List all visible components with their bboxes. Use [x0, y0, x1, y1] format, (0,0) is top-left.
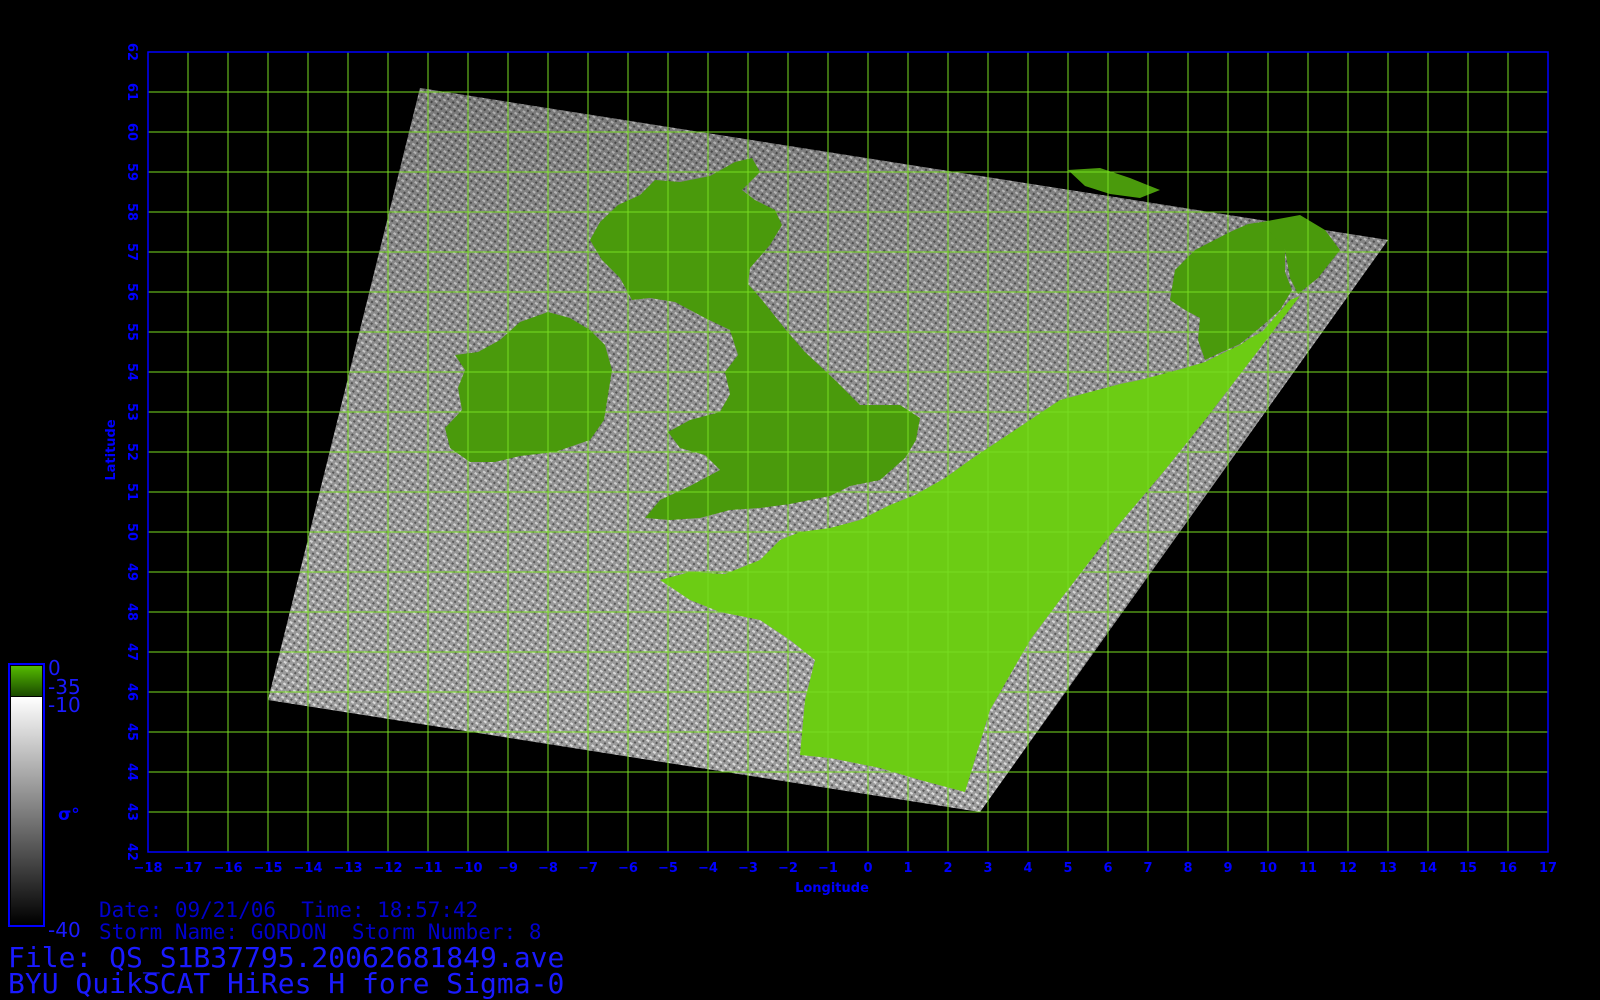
lon-tick-label: −16: [214, 861, 243, 876]
lon-tick-label: 11: [1299, 861, 1317, 876]
colorbar-label-neg10: -10: [48, 693, 81, 717]
lat-tick-label: 48: [124, 603, 139, 621]
scatterometer-map: −18 −17 −16 −15 −14 −13 −12 −11 −10 −9 −8 −7 −6 −5 −4−…: [8, 43, 1558, 942]
colorbar-land-segment: [11, 666, 42, 696]
lon-tick-label: −2: [778, 861, 798, 876]
lon-tick-label: −18: [134, 861, 163, 876]
colorbar: 0 -35 -10 -40 σ°: [8, 656, 81, 942]
lon-tick-label: −8: [538, 861, 558, 876]
lat-tick-label: 61: [124, 83, 139, 101]
lon-tick-label: 4: [1023, 861, 1032, 876]
lat-tick-label: 53: [124, 403, 139, 421]
lat-tick-label: 50: [124, 523, 139, 541]
lat-tick-label: 51: [124, 483, 139, 501]
lon-tick-label: −3: [738, 861, 758, 876]
product-title: BYU QuikSCAT HiRes H fore Sigma-0: [8, 967, 565, 1000]
lon-tick-label: 2: [943, 861, 952, 876]
lat-tick-label: 49: [124, 563, 139, 581]
lon-tick-label: 9: [1223, 861, 1232, 876]
lon-tick-label: −4: [698, 861, 718, 876]
lat-tick-label: 47: [124, 643, 139, 661]
lat-tick-label: 52: [124, 443, 139, 461]
lon-tick-label: 10: [1259, 861, 1277, 876]
lon-tick-label: 5: [1063, 861, 1072, 876]
lon-tick-label: −15: [254, 861, 283, 876]
lat-tick-label: 54: [124, 363, 139, 381]
lon-tick-label: 14: [1419, 861, 1437, 876]
lon-tick-label: −9: [498, 861, 518, 876]
lon-tick-label: 3: [983, 861, 992, 876]
latitude-tick-labels: 42 43 44 45 46 47 48 49 50 51 52 53 54 55 56 57 58 59 60 61…: [124, 43, 139, 861]
x-axis-label: Longitude: [795, 881, 869, 896]
lon-tick-label: 6: [1103, 861, 1112, 876]
lat-tick-label: 59: [124, 163, 139, 181]
lat-tick-label: 55: [124, 323, 139, 341]
lon-tick-label: −7: [578, 861, 598, 876]
lon-tick-label: 15: [1459, 861, 1477, 876]
lat-tick-label: 42: [124, 843, 139, 861]
lon-tick-label: 7: [1143, 861, 1152, 876]
lat-tick-label: 57: [124, 243, 139, 261]
lat-tick-label: 62: [124, 43, 139, 61]
lon-tick-label: −12: [374, 861, 403, 876]
lat-tick-label: 43: [124, 803, 139, 821]
lon-tick-label: 17: [1539, 861, 1557, 876]
lon-tick-label: −6: [618, 861, 638, 876]
lon-tick-label: 13: [1379, 861, 1397, 876]
colorbar-label-neg40: -40: [48, 918, 81, 942]
lon-tick-label: −11: [414, 861, 443, 876]
lat-tick-label: 45: [124, 723, 139, 741]
lat-lon-grid: [147, 51, 1549, 853]
date-time-line: Date: 09/21/06 Time: 18:57:42: [99, 898, 479, 922]
lat-tick-label: 58: [124, 203, 139, 221]
lat-tick-label: 44: [124, 763, 139, 781]
lon-tick-label: 16: [1499, 861, 1517, 876]
lon-tick-label: −13: [334, 861, 363, 876]
lon-tick-label: −5: [658, 861, 678, 876]
lat-tick-label: 60: [124, 123, 139, 141]
lat-tick-label: 46: [124, 683, 139, 701]
longitude-tick-labels: −18 −17 −16 −15 −14 −13 −12 −11 −10 −9 −8 −7 −6 −5 −4−…: [134, 861, 1558, 876]
lon-tick-label: 0: [863, 861, 872, 876]
lon-tick-label: −10: [454, 861, 483, 876]
lon-tick-label: −14: [294, 861, 323, 876]
lat-tick-label: 56: [124, 283, 139, 301]
colorbar-sigma-symbol: σ°: [58, 805, 80, 825]
lon-tick-label: 8: [1183, 861, 1192, 876]
lon-tick-label: −17: [174, 861, 203, 876]
storm-line: Storm Name: GORDON Storm Number: 8: [99, 920, 542, 944]
y-axis-label: Latitude: [104, 419, 119, 481]
colorbar-sigma-segment: [11, 697, 42, 924]
lon-tick-label: 1: [903, 861, 912, 876]
lon-tick-label: −1: [818, 861, 838, 876]
lon-tick-label: 12: [1339, 861, 1357, 876]
